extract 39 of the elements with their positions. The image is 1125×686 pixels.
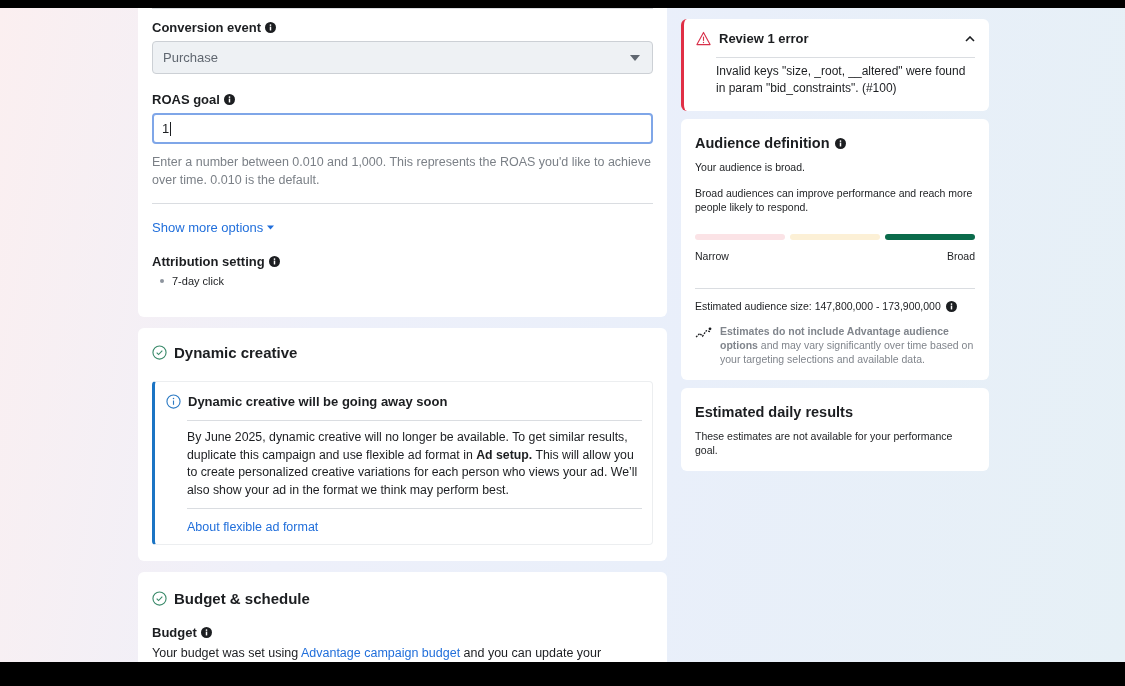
bullet-icon [160,279,164,283]
field-label: ROAS goal [152,92,220,107]
chevron-icon[interactable] [965,35,975,42]
info-icon [223,94,235,105]
daily-results-text: These estimates are not available for your performance goal. [695,429,954,457]
trend-icon [695,326,712,339]
info-icon [265,22,277,33]
show-more-options-link[interactable]: Show more options [152,220,275,235]
roas-goal-input[interactable]: 1 [152,113,653,144]
field-label: Conversion event [152,20,262,35]
warning-icon [696,31,711,46]
info-icon [834,137,846,149]
caret-icon [267,225,275,230]
caret-icon [630,54,640,61]
help-text: Enter a number between 0.010 and 1,000. This represents the ROAS you'd like to achieve over time. 0.010 is the default. [152,154,652,189]
meter-label: Broad [946,250,975,262]
meter-label: Narrow [695,250,729,262]
card-title: Estimated daily results [695,404,853,420]
advantage-campaign-budget-link[interactable]: Advantage campaign budget [300,646,461,660]
error-message: Invalid keys "size, _root, __altered" were found in param "bid_constraints". (#100) [716,63,967,97]
info-icon [166,394,181,409]
error-title: Review 1 error [719,31,810,46]
budget-text: Your budget was set using Advantage campaign budget and you can update your [152,646,603,660]
card-title: Audience definition [695,135,830,151]
estimate-note: Estimates do not include Advantage audience options and may vary significantly over time based on your targeting selections and available data. [720,324,975,366]
audience-description: Broad audiences can improve performance and reach more people likely to respond. [695,186,974,214]
info-icon [945,300,957,312]
section-title: Dynamic creative [174,344,298,361]
audience-summary: Your audience is broad. [695,160,806,174]
info-icon [200,627,212,638]
field-label: Attribution setting [152,254,265,269]
section-title: Budget & schedule [174,590,310,607]
field-label: Budget [152,625,197,640]
notice-text: By June 2025, dynamic creative will no longer be available. To get similar results, duplicate this campaign and use flexible ad format in Ad setup. This will allow you to create personalized creative variations for each person who views your ad. We’ll also show your ad in the format we think may perform best. [187,429,639,499]
flexible-ad-format-link[interactable]: About flexible ad format [187,520,642,534]
attribution-item: 7-day click [172,275,224,287]
info-icon [268,256,280,267]
audience-size: Estimated audience size: 147,800,000 - 173,900,000 [695,300,941,312]
notice-title: Dynamic creative will be going away soon [188,394,448,409]
